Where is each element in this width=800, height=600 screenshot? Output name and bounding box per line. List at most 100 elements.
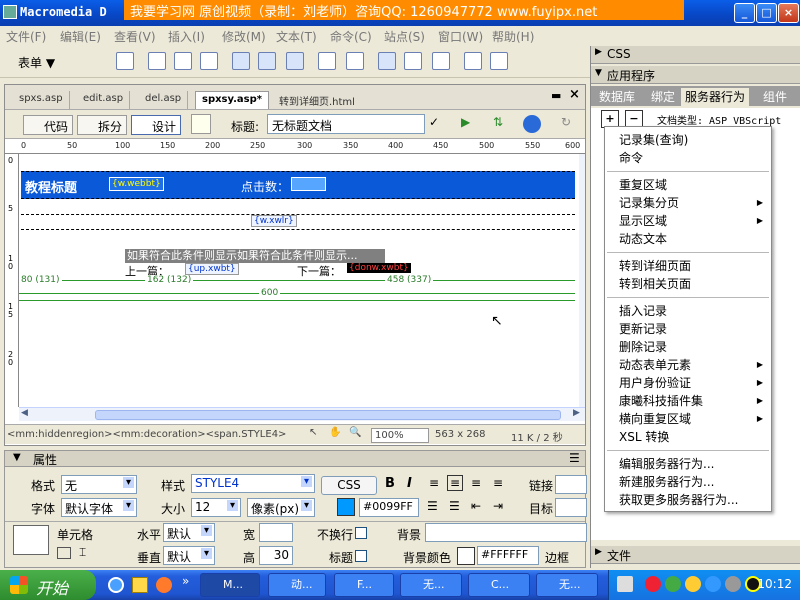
security-icon[interactable] xyxy=(645,576,661,592)
height-input[interactable]: 30 xyxy=(259,546,293,565)
header-row[interactable]: 教程标题 {w.webbt} 点击数： xyxy=(21,171,575,199)
col-width-2[interactable]: 162 (132) xyxy=(145,275,194,285)
scroll-thumb[interactable] xyxy=(95,410,561,420)
menu-help[interactable]: 帮助(H) xyxy=(492,28,534,45)
code-view-button[interactable]: 代码 xyxy=(23,115,74,135)
doc-restore-icon[interactable]: ▬ xyxy=(551,89,561,102)
file-field-icon[interactable] xyxy=(404,52,422,70)
collapse-arrow-icon[interactable]: ▼ xyxy=(595,68,602,78)
update-icon[interactable] xyxy=(705,576,721,592)
menu-item[interactable]: 显示区域 ▶ xyxy=(619,212,769,230)
form-icon[interactable] xyxy=(116,52,134,70)
app-panel-header[interactable]: ▼ 应用程序 xyxy=(591,66,800,84)
indent-icon[interactable]: ⇥ xyxy=(493,499,503,513)
size-select[interactable]: 12 xyxy=(191,498,241,517)
horizontal-scrollbar[interactable]: ◀ ▶ xyxy=(19,407,585,421)
width-input[interactable] xyxy=(259,523,293,542)
qq-icon[interactable] xyxy=(685,576,701,592)
radio-group-icon[interactable] xyxy=(286,52,304,70)
menu-commands[interactable]: 命令(C) xyxy=(330,28,372,45)
zoom-select[interactable]: 100% xyxy=(371,428,429,443)
menu-item[interactable]: 命令 xyxy=(619,149,769,167)
course-title[interactable]: 教程标题 xyxy=(25,177,77,196)
menu-item[interactable]: 动态文本 xyxy=(619,230,769,248)
ie-quicklaunch-icon[interactable] xyxy=(108,577,124,593)
browser-check-icon[interactable] xyxy=(523,115,541,133)
align-center-icon[interactable]: ≡ xyxy=(447,475,464,491)
col-width-3[interactable]: 458 (337) xyxy=(385,275,434,285)
menu-file[interactable]: 文件(F) xyxy=(6,28,46,45)
table-width[interactable]: 600 xyxy=(259,288,281,298)
validate-icon[interactable]: ✓ xyxy=(429,115,451,133)
vert-select[interactable]: 默认 xyxy=(163,546,215,565)
align-right-icon[interactable]: ≡ xyxy=(471,476,481,490)
insert-category-selector[interactable]: 表单 ▼ xyxy=(18,54,55,71)
volume-icon[interactable] xyxy=(725,576,741,592)
file-transfer-icon[interactable]: ⇅ xyxy=(493,115,515,133)
scroll-right-icon[interactable]: ▶ xyxy=(573,408,580,418)
label-icon[interactable] xyxy=(464,52,482,70)
menu-view[interactable]: 查看(V) xyxy=(114,28,156,45)
menu-text[interactable]: 文本(T) xyxy=(276,28,317,45)
window-size[interactable]: 563 x 268 xyxy=(435,429,485,440)
scroll-left-icon[interactable]: ◀ xyxy=(21,408,28,418)
minimize-button[interactable]: _ xyxy=(734,3,755,23)
menu-item[interactable]: 动态表单元素 ▶ xyxy=(619,356,769,374)
menu-item[interactable]: 横向重复区域 ▶ xyxy=(619,410,769,428)
menu-item[interactable]: 编辑服务器行为... xyxy=(619,455,769,473)
task-untitled-1[interactable]: 无... xyxy=(400,573,462,597)
task-f[interactable]: F... xyxy=(334,573,394,597)
hand-tool-icon[interactable]: ✋ xyxy=(329,427,341,438)
tab-bindings[interactable]: 绑定 xyxy=(647,88,679,105)
tab-spxs[interactable]: spxs.asp xyxy=(13,91,70,109)
format-select[interactable]: 无 xyxy=(61,475,137,494)
merge-cells-icon[interactable] xyxy=(57,547,71,559)
menu-item[interactable]: 重复区域 xyxy=(619,176,769,194)
menu-item[interactable]: 更新记录 xyxy=(619,320,769,338)
menu-item[interactable]: 转到详细页面 xyxy=(619,257,769,275)
bold-button[interactable]: B xyxy=(385,476,395,491)
menu-modify[interactable]: 修改(M) xyxy=(222,28,266,45)
tab-database[interactable]: 数据库 xyxy=(595,88,639,105)
prev-article-binding[interactable]: {up.xwbt} xyxy=(185,263,239,275)
menu-item[interactable]: 转到相关页面 xyxy=(619,275,769,293)
jump-menu-icon[interactable] xyxy=(346,52,364,70)
target-select[interactable] xyxy=(555,498,587,517)
unordered-list-icon[interactable]: ☰ xyxy=(427,499,438,513)
menu-item[interactable]: 删除记录 xyxy=(619,338,769,356)
files-panel-header[interactable]: ▶ 文件 xyxy=(591,546,800,564)
expand-arrow-icon[interactable]: ▶ xyxy=(595,547,602,557)
refresh-icon[interactable]: ↻ xyxy=(561,115,571,129)
design-view-button[interactable]: 设计 xyxy=(131,115,182,135)
italic-button[interactable]: I xyxy=(407,476,412,491)
radio-button-icon[interactable] xyxy=(258,52,276,70)
checkbox-icon[interactable] xyxy=(232,52,250,70)
menu-item[interactable]: 新建服务器行为... xyxy=(619,473,769,491)
doc-title-input[interactable]: 无标题文档 xyxy=(267,114,425,134)
tab-detail-page[interactable]: 转到详细页.html xyxy=(273,91,361,109)
bg-input[interactable] xyxy=(425,523,587,542)
options-menu-icon[interactable]: ☰ xyxy=(569,451,580,465)
select-tool-icon[interactable]: ↖ xyxy=(309,427,317,438)
tab-edit[interactable]: edit.asp xyxy=(77,91,131,109)
tab-server-behaviors[interactable]: 服务器行为 xyxy=(681,88,750,106)
live-data-icon[interactable] xyxy=(191,114,211,134)
folder-quicklaunch-icon[interactable] xyxy=(132,577,148,593)
align-left-icon[interactable]: ≡ xyxy=(429,476,439,490)
network-icon[interactable] xyxy=(665,576,681,592)
click-count-binding[interactable] xyxy=(291,177,326,191)
click-count-label[interactable]: 点击数： xyxy=(241,178,289,195)
task-untitled-2[interactable]: 无... xyxy=(536,573,598,597)
button-icon[interactable] xyxy=(432,52,450,70)
outdent-icon[interactable]: ⇤ xyxy=(471,499,481,513)
ordered-list-icon[interactable]: ☰ xyxy=(449,499,460,513)
content-row[interactable]: {w.xwlr} xyxy=(21,214,575,230)
horiz-select[interactable]: 默认 xyxy=(163,523,215,542)
split-view-button[interactable]: 拆分 xyxy=(77,115,128,135)
task-c[interactable]: C... xyxy=(468,573,530,597)
keyboard-icon[interactable] xyxy=(617,576,633,592)
vertical-scrollbar[interactable] xyxy=(579,154,585,407)
unit-select[interactable]: 像素(px) xyxy=(247,498,315,517)
text-field-icon[interactable] xyxy=(148,52,166,70)
bgcolor-input[interactable]: #FFFFFF xyxy=(477,546,539,565)
